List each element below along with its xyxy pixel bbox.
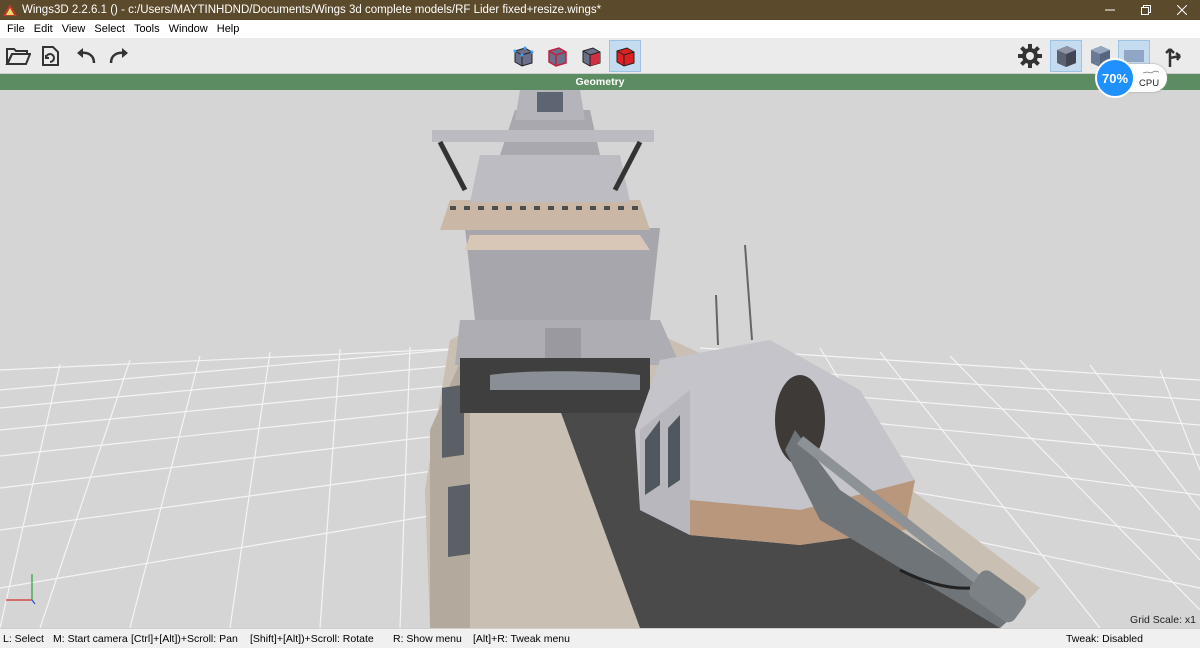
minimize-button[interactable]	[1092, 0, 1128, 20]
menu-window[interactable]: Window	[166, 23, 214, 35]
undo-button[interactable]	[70, 40, 102, 72]
edge-mode-button[interactable]	[541, 40, 573, 72]
window-title: Wings3D 2.2.6.1 () - c:/Users/MAYTINHDND…	[22, 4, 602, 16]
grid-scale-label: Grid Scale: x1	[1130, 614, 1196, 626]
close-icon	[1177, 5, 1187, 15]
smooth-shaded-cube-icon	[1057, 46, 1076, 67]
menu-tools[interactable]: Tools	[131, 23, 166, 35]
open-button[interactable]	[2, 40, 34, 72]
status-bar: L: Select M: Start camera [Ctrl]+[Alt])+…	[0, 628, 1200, 648]
cpu-percent: 70%	[1095, 58, 1135, 98]
status-hint-pan: [Ctrl]+[Alt])+Scroll: Pan	[131, 633, 238, 645]
3d-viewport[interactable]: Grid Scale: x1	[0, 90, 1200, 628]
smooth-shading-button[interactable]	[1050, 40, 1082, 72]
face-mode-icon	[582, 47, 601, 67]
menu-view[interactable]: View	[59, 23, 92, 35]
cpu-graph-icon	[1143, 70, 1159, 74]
restore-icon	[1141, 5, 1151, 15]
ship-model-render	[0, 90, 1200, 628]
cpu-label: CPU	[1139, 78, 1160, 89]
object-mode-icon	[616, 47, 635, 67]
edge-mode-icon	[548, 47, 567, 67]
settings-button[interactable]	[1014, 40, 1046, 72]
cpu-usage-widget: CPU 70%	[1095, 58, 1175, 98]
menu-file[interactable]: File	[4, 23, 31, 35]
status-hint-select: L: Select	[3, 633, 44, 645]
toolbar	[0, 38, 1200, 74]
title-bar: Wings3D 2.2.6.1 () - c:/Users/MAYTINHDND…	[0, 0, 1200, 20]
open-folder-icon	[5, 48, 31, 65]
axis-indicator-icon	[6, 574, 36, 605]
viewport-header: Geometry	[0, 74, 1200, 90]
object-mode-button[interactable]	[609, 40, 641, 72]
close-button[interactable]	[1164, 0, 1200, 20]
vertex-mode-icon	[513, 46, 534, 67]
undo-icon	[77, 48, 96, 64]
vertex-mode-button[interactable]	[507, 40, 539, 72]
menu-edit[interactable]: Edit	[31, 23, 59, 35]
wings3d-app-icon	[2, 2, 18, 18]
face-mode-button[interactable]	[575, 40, 607, 72]
status-hint-menu: R: Show menu	[393, 633, 462, 645]
redo-button[interactable]	[103, 40, 135, 72]
window-controls	[1092, 0, 1200, 20]
menu-bar: File Edit View Select Tools Window Help	[0, 20, 1200, 38]
status-hint-rotate: [Shift]+[Alt])+Scroll: Rotate	[250, 633, 374, 645]
menu-select[interactable]: Select	[91, 23, 131, 35]
save-icon	[42, 46, 59, 66]
tweak-status: Tweak: Disabled	[1065, 633, 1143, 645]
save-button[interactable]	[34, 40, 66, 72]
status-hint-tweak-menu: [Alt]+R: Tweak menu	[473, 633, 570, 645]
minimize-icon	[1105, 9, 1115, 11]
menu-help[interactable]: Help	[214, 23, 246, 35]
redo-icon	[109, 48, 128, 64]
restore-button[interactable]	[1128, 0, 1164, 20]
status-hint-camera: M: Start camera	[53, 633, 128, 645]
settings-gear-icon	[1018, 44, 1042, 68]
